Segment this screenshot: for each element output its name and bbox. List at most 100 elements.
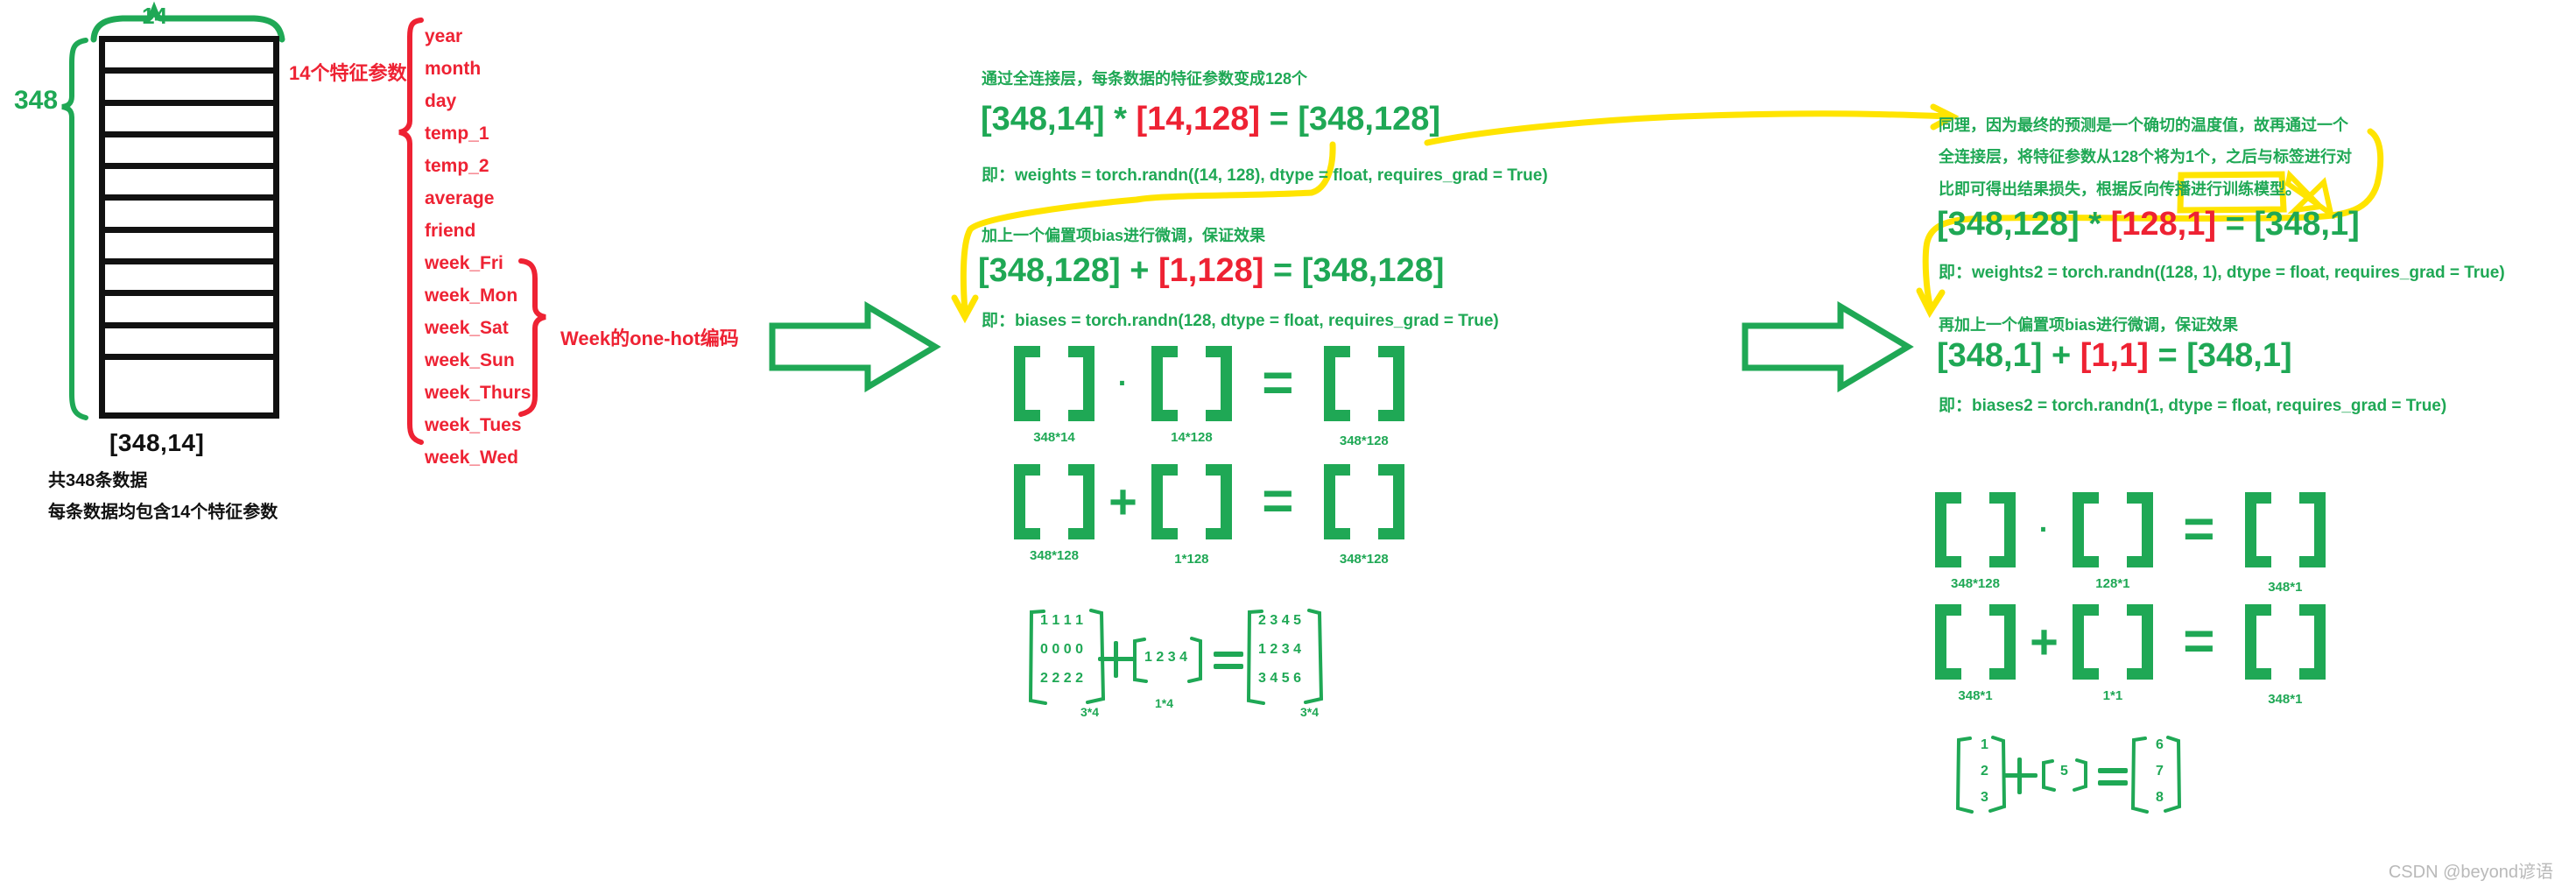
layer2-matmul-row: 348*128 · 128*1 = 348*1 — [1935, 492, 2326, 595]
bracket-right-icon — [2113, 492, 2153, 567]
cell: 2 — [1156, 650, 1165, 665]
bracket-left-icon — [1935, 492, 1975, 567]
bracket-left-icon — [2244, 604, 2285, 680]
cell: 8 — [2156, 790, 2164, 805]
cell: 6 — [1293, 671, 1301, 686]
eq1-op: * — [2088, 206, 2102, 243]
bracket-left-icon — [2244, 492, 2285, 567]
layer1-code-2: 即：biases = torch.randn(128, dtype = floa… — [982, 312, 1499, 330]
cell: 1 — [1040, 613, 1048, 628]
eq2-a: [348,128] — [978, 252, 1121, 289]
eq2-op: + — [2051, 337, 2072, 374]
layer1-note-2: 加上一个偏置项bias进行微调，保证效果 — [982, 227, 1266, 244]
layer2-add-row: 348*1 + 1*1 = 348*1 — [1935, 604, 2326, 707]
bracket-right-icon — [1054, 464, 1094, 539]
operator-dot: · — [2038, 513, 2050, 546]
matrix-b-caption: 14*128 — [1171, 430, 1213, 445]
layer1-example-c-caption: 3*4 — [1300, 705, 1320, 719]
right-arrow-icon-1 — [769, 300, 941, 393]
feature-item: week_Sat — [425, 318, 509, 338]
matrix-a: 348*128 — [1014, 464, 1094, 563]
bracket-right-icon — [1364, 464, 1404, 539]
matrix-c: 348*128 — [1323, 464, 1404, 567]
cell: 2 — [1040, 671, 1048, 686]
table-row — [105, 42, 273, 74]
bracket-left-icon — [1151, 464, 1192, 539]
feature-item: week_Sun — [425, 350, 515, 370]
bracket-right-icon — [1975, 604, 2016, 680]
cell: 2 — [1258, 613, 1266, 628]
feature-item: week_Thurs — [425, 383, 531, 403]
bracket-right-icon — [1364, 346, 1404, 421]
cell: 2 — [1981, 764, 1988, 779]
bracket-right-icon — [2113, 604, 2153, 680]
operator-plus: + — [1109, 474, 1137, 529]
layer1-matmul-row: 348*14 · 14*128 = 348*128 — [1014, 346, 1404, 448]
cell: 2 — [1075, 671, 1083, 686]
table-row — [105, 169, 273, 201]
operator-equals: = — [1262, 471, 1294, 532]
feature-item: week_Fri — [425, 253, 503, 273]
matrix-a: 348*14 — [1014, 346, 1094, 445]
eq1-b: [14,128] — [1136, 101, 1261, 137]
watermark: CSDN @beyond谚语 — [2388, 863, 2553, 882]
layer2-example-matrix-c: 6 7 8 — [2156, 732, 2164, 811]
layer2-example-matrix-b: 5 — [2060, 764, 2068, 779]
matrix-c: 348*128 — [1323, 346, 1404, 448]
feature-item: temp_2 — [425, 156, 489, 176]
eq2-op: + — [1130, 252, 1150, 289]
eq1-a: [348,128] — [1937, 206, 2080, 243]
eq2-a: [348,1] — [1937, 337, 2043, 374]
matrix-b: 128*1 — [2072, 492, 2153, 591]
matrix-c: 348*1 — [2244, 604, 2326, 707]
feature-item: average — [425, 188, 495, 208]
operator-plus: + — [2030, 614, 2059, 669]
cell: 1 — [1144, 650, 1152, 665]
matrix-b: 14*128 — [1151, 346, 1232, 445]
feature-item: week_Tues — [425, 415, 522, 435]
eq2-b: [1,128] — [1158, 252, 1264, 289]
table-row — [105, 74, 273, 106]
cell: 1 — [1981, 737, 1988, 752]
cell: 2 — [1052, 671, 1060, 686]
cell: 3 — [1981, 790, 1988, 805]
feature-item: year — [425, 26, 463, 46]
bracket-left-icon — [1935, 604, 1975, 680]
cell: 1 — [1075, 613, 1083, 628]
bracket-left-icon — [1323, 464, 1364, 539]
layer2-example-brackets — [1955, 736, 2182, 814]
cell: 0 — [1052, 642, 1060, 657]
bracket-left-icon — [2072, 492, 2113, 567]
cell: 1 — [1258, 642, 1266, 657]
layer2-code-1: 即：weights2 = torch.randn((128, 1), dtype… — [1939, 264, 2505, 282]
bracket-right-icon — [1975, 492, 2016, 567]
layer1-note-1: 通过全连接层，每条数据的特征参数变成128个 — [982, 70, 1308, 88]
matrix-b-caption: 128*1 — [2095, 576, 2130, 591]
cell: 6 — [2156, 737, 2164, 752]
bracket-left-icon — [1323, 346, 1364, 421]
cell: 4 — [1281, 613, 1290, 628]
feature-item: temp_1 — [425, 123, 489, 144]
layer2-code-2: 即：biases2 = torch.randn(1, dtype = float… — [1939, 397, 2447, 415]
eq1-c: [348,128] — [1298, 101, 1441, 137]
brace-left-348 — [61, 38, 88, 420]
left-shape-label: [348,14] — [109, 429, 205, 456]
feature-item: week_Wed — [425, 448, 518, 468]
table-row — [105, 360, 273, 391]
yellow-arrowhead-1 — [951, 294, 979, 324]
table-row — [105, 201, 273, 233]
table-row — [105, 264, 273, 297]
layer1-example-matrix-c: 2 3 4 5 1 2 3 4 3 4 5 6 — [1258, 606, 1301, 693]
right-arrow-icon-2 — [1742, 300, 1914, 393]
cell: 3 — [1258, 671, 1266, 686]
cell: 4 — [1179, 650, 1187, 665]
bracket-left-icon — [2072, 604, 2113, 680]
left-note-line-2: 每条数据均包含14个特征参数 — [48, 503, 278, 522]
bracket-right-icon — [2285, 492, 2326, 567]
bracket-right-icon — [2285, 604, 2326, 680]
matrix-c: 348*1 — [2244, 492, 2326, 595]
matrix-b-caption: 1*1 — [2102, 688, 2123, 703]
data-matrix-table — [99, 36, 279, 419]
bracket-left-icon — [1151, 346, 1192, 421]
cell: 0 — [1040, 642, 1048, 657]
